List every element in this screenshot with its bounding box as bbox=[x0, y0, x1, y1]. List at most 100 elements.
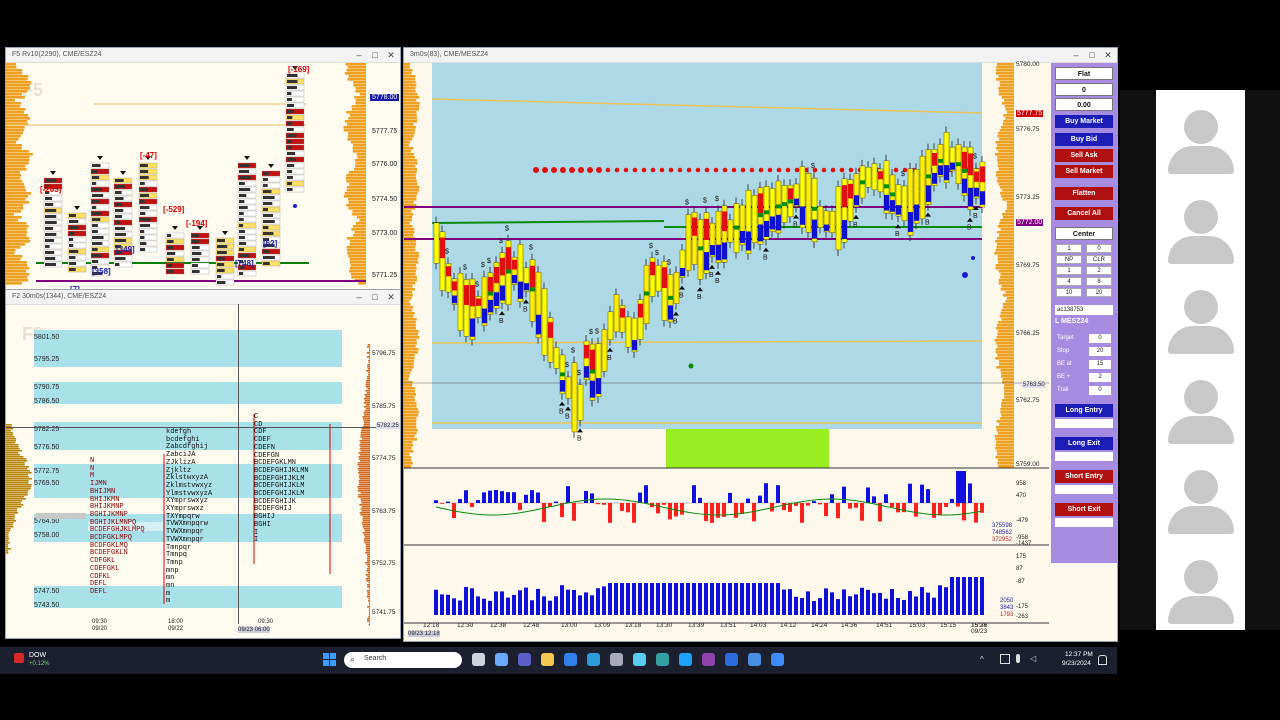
maximize-icon[interactable]: □ bbox=[1085, 48, 1099, 62]
taskbar-time[interactable]: 12:37 PM bbox=[1065, 651, 1093, 658]
volume-histogram-bar bbox=[626, 583, 630, 615]
footprint-text bbox=[239, 176, 251, 179]
signal-label: $ bbox=[589, 329, 593, 336]
close-icon[interactable]: ✕ bbox=[1101, 48, 1115, 62]
qty-grid-cell[interactable]: 1 bbox=[1056, 266, 1082, 275]
long-exit-select[interactable] bbox=[1055, 452, 1113, 461]
visual-studio-icon[interactable] bbox=[702, 653, 715, 666]
qty-grid-cell[interactable]: 8 bbox=[1086, 277, 1112, 286]
sell-ask-button[interactable]: Sell Ask bbox=[1055, 149, 1113, 162]
candle-poc bbox=[644, 291, 649, 296]
store-icon[interactable] bbox=[564, 653, 577, 666]
field-input[interactable]: 0 bbox=[1089, 386, 1111, 395]
short-exit-button[interactable]: Short Exit bbox=[1055, 503, 1113, 516]
short-entry-button[interactable]: Short Entry bbox=[1055, 470, 1113, 483]
maximize-icon[interactable]: □ bbox=[368, 290, 382, 304]
teams-icon[interactable] bbox=[518, 653, 531, 666]
f5-chart-canvas[interactable]: [-169] [-203] [-47] [-529][-194] [349] [358] [… bbox=[6, 63, 400, 291]
long-exit-button[interactable]: Long Exit bbox=[1055, 437, 1113, 450]
mail-icon[interactable] bbox=[587, 653, 600, 666]
f5-chart-window[interactable]: F5 Rv10(2290), CME/ESZ24 – □ ✕ F5 [-169]… bbox=[5, 47, 401, 292]
file-explorer-icon[interactable] bbox=[541, 653, 554, 666]
minimize-icon[interactable]: – bbox=[352, 48, 366, 62]
center-button[interactable]: Center bbox=[1055, 227, 1113, 240]
copilot-icon[interactable] bbox=[495, 653, 508, 666]
media-icon[interactable] bbox=[633, 653, 646, 666]
volume-bar bbox=[404, 111, 417, 114]
app-icon[interactable] bbox=[748, 653, 761, 666]
sell-market-button[interactable]: Sell Market bbox=[1055, 165, 1113, 178]
signal-label: B bbox=[715, 278, 720, 285]
long-entry-button[interactable]: Long Entry bbox=[1055, 404, 1113, 417]
main-titlebar[interactable]: 3m0s(83), CME/MESZ24 bbox=[404, 48, 1117, 63]
volume-histogram-bar bbox=[494, 591, 498, 615]
long-entry-select[interactable] bbox=[1055, 419, 1113, 428]
candle-delta-down bbox=[590, 380, 595, 398]
profile-bar bbox=[366, 392, 370, 394]
qty-grid-cell[interactable]: 0 bbox=[1086, 244, 1112, 253]
field-input[interactable]: 0 bbox=[1089, 334, 1111, 343]
snip-icon[interactable] bbox=[771, 653, 784, 666]
close-icon[interactable]: ✕ bbox=[384, 290, 398, 304]
field-input[interactable]: 15 bbox=[1089, 360, 1111, 369]
candle-body bbox=[613, 294, 620, 333]
buy-market-button[interactable]: Buy Market bbox=[1055, 115, 1113, 128]
qty-grid-cell[interactable]: 10 bbox=[1056, 288, 1082, 297]
account-select[interactable]: ac138753 bbox=[1055, 305, 1113, 315]
flatten-button[interactable]: Flatten bbox=[1055, 187, 1113, 200]
footprint-text bbox=[239, 194, 247, 197]
main-price-chart[interactable]: $$$$$$B$B$B$B$$B$ $B$$$BB$B$B$BBB$BB$BB$B bbox=[404, 63, 1049, 641]
volume-bar bbox=[6, 165, 26, 168]
volume-histogram-bar bbox=[530, 600, 534, 615]
volume-bar bbox=[353, 84, 366, 87]
taskbar-date[interactable]: 9/23/2024 bbox=[1062, 660, 1091, 667]
qty-grid-cell[interactable]: 2 bbox=[1086, 266, 1112, 275]
qty-grid-cell[interactable]: 4 bbox=[1056, 277, 1082, 286]
oscillator-bar bbox=[554, 501, 558, 503]
volume-bar bbox=[404, 321, 416, 324]
profile-bar bbox=[367, 346, 370, 348]
volume-bar bbox=[349, 270, 366, 273]
f2-profile-window[interactable]: F2 30m0s(1344), CME/ESZ24 – □ ✕ F2 5801.… bbox=[5, 289, 401, 639]
volume-histogram-bar bbox=[548, 600, 552, 615]
candle-delta-down bbox=[974, 187, 979, 197]
field-input[interactable]: 2 bbox=[1089, 373, 1111, 382]
qty-grid-cell[interactable]: 20 bbox=[1086, 288, 1112, 297]
f5-titlebar[interactable]: F5 Rv10(2290), CME/ESZ24 bbox=[6, 48, 400, 63]
profile-bar bbox=[367, 572, 370, 574]
task-view-icon[interactable] bbox=[472, 653, 485, 666]
footprint-text bbox=[263, 220, 275, 223]
network-icon[interactable] bbox=[1000, 654, 1010, 664]
cancel-all-button[interactable]: Cancel All bbox=[1055, 207, 1113, 220]
windows-start-icon[interactable] bbox=[323, 653, 337, 667]
stock-widget[interactable]: DOW +0.12% bbox=[14, 652, 74, 670]
qty-grid-cell[interactable]: NP bbox=[1056, 255, 1082, 264]
minimize-icon[interactable]: – bbox=[1069, 48, 1083, 62]
maximize-icon[interactable]: □ bbox=[368, 48, 382, 62]
edge-icon[interactable] bbox=[679, 653, 692, 666]
main-chart-window[interactable]: 3m0s(83), CME/MESZ24 – □ ✕ $ $ $ $ $ $ B $ B $ B $ B… bbox=[403, 47, 1118, 642]
candle-delta-down bbox=[524, 283, 529, 291]
candle-delta-down bbox=[926, 185, 931, 202]
f2-titlebar[interactable]: F2 30m0s(1344), CME/ESZ24 bbox=[6, 290, 400, 305]
microphone-icon[interactable] bbox=[1016, 654, 1020, 663]
notification-bell-icon[interactable] bbox=[1098, 655, 1107, 665]
vpn-icon[interactable] bbox=[725, 653, 738, 666]
qty-grid-cell[interactable]: 1 bbox=[1056, 244, 1082, 253]
field-input[interactable]: 20 bbox=[1089, 347, 1111, 356]
short-exit-select[interactable] bbox=[1055, 518, 1113, 527]
tray-chevron-icon[interactable]: ^ bbox=[980, 655, 984, 664]
short-entry-select[interactable] bbox=[1055, 485, 1113, 494]
taskbar-search[interactable]: ⌕ Search bbox=[344, 652, 462, 668]
minimize-icon[interactable]: – bbox=[352, 290, 366, 304]
settings-icon[interactable] bbox=[610, 653, 623, 666]
volume-bar bbox=[404, 345, 416, 348]
volume-icon[interactable]: ◁ bbox=[1030, 654, 1036, 663]
resistance-dot bbox=[785, 167, 791, 173]
photos-icon[interactable] bbox=[656, 653, 669, 666]
qty-grid-cell[interactable]: CLR bbox=[1086, 255, 1112, 264]
volume-bar bbox=[404, 243, 417, 246]
buy-bid-button[interactable]: Buy Bid bbox=[1055, 133, 1113, 146]
volume-histogram-bar bbox=[584, 592, 588, 615]
close-icon[interactable]: ✕ bbox=[384, 48, 398, 62]
